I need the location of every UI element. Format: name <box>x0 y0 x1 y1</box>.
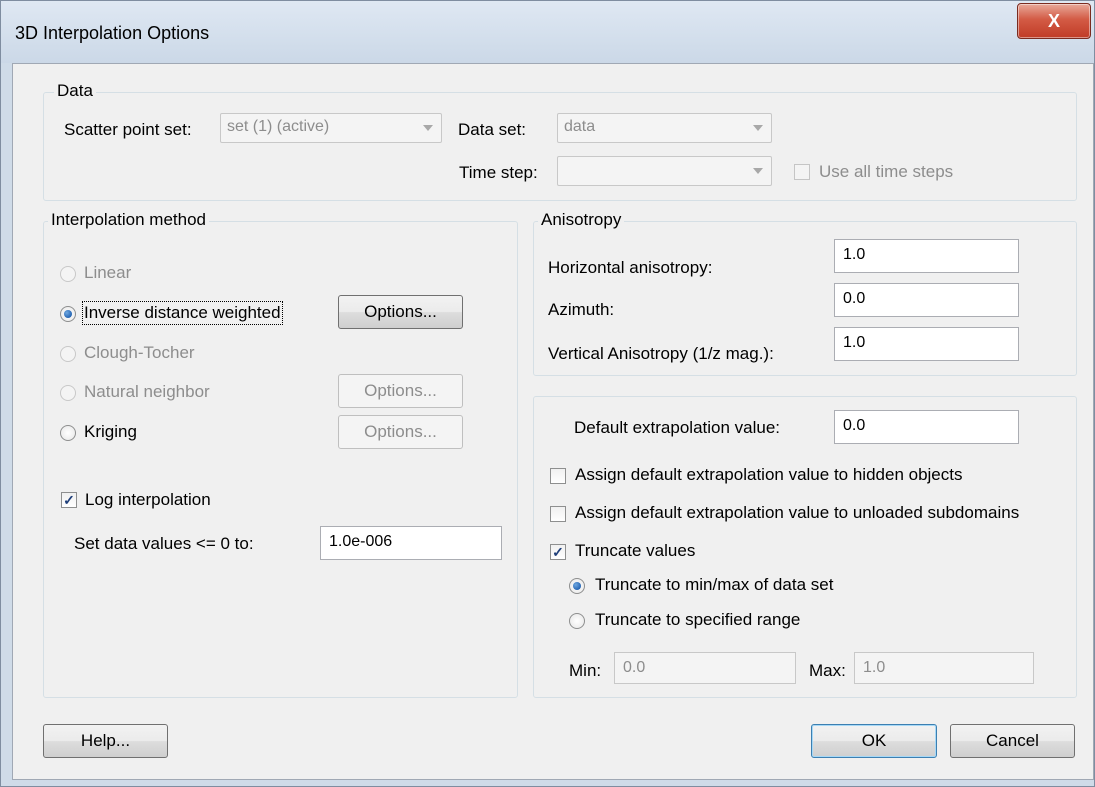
assign-unloaded-label: Assign default extrapolation value to un… <box>575 503 1020 522</box>
interpolation-method-group: Interpolation method Linear Inverse dist… <box>43 210 518 698</box>
vertical-anisotropy-value: 1.0 <box>843 334 866 351</box>
interpolation-method-label: Interpolation method <box>48 210 209 230</box>
radio-truncate-minmax[interactable] <box>569 578 585 594</box>
title-bar[interactable]: 3D Interpolation Options X <box>1 1 1094 63</box>
chevron-down-icon <box>753 168 763 174</box>
linear-label: Linear <box>84 263 132 282</box>
min-input[interactable]: 0.0 <box>614 652 796 684</box>
assign-hidden-label: Assign default extrapolation value to hi… <box>575 465 963 484</box>
close-button[interactable]: X <box>1017 3 1091 39</box>
chevron-down-icon <box>753 125 763 131</box>
set-data-values-label: Set data values <= 0 to: <box>74 534 254 553</box>
ok-button-label: OK <box>861 731 887 750</box>
idw-options-button[interactable]: Options... <box>338 295 463 329</box>
anisotropy-group: Anisotropy Horizontal anisotropy: 1.0 Az… <box>533 210 1077 376</box>
truncate-minmax-label: Truncate to min/max of data set <box>595 575 834 594</box>
data-group: Data Scatter point set: set (1) (active)… <box>43 81 1077 201</box>
radio-selected-dot <box>573 582 581 590</box>
idw-options-label: Options... <box>364 302 437 321</box>
clough-tocher-label: Clough-Tocher <box>84 343 195 362</box>
kriging-options-label: Options... <box>364 422 437 441</box>
cancel-button-label: Cancel <box>986 731 1039 750</box>
vertical-anisotropy-label: Vertical Anisotropy (1/z mag.): <box>548 344 774 363</box>
data-group-label: Data <box>54 81 96 101</box>
set-data-values-input[interactable]: 1.0e-006 <box>320 526 502 560</box>
log-interpolation-checkbox[interactable]: ✓ <box>61 492 77 508</box>
scatter-point-set-dropdown[interactable]: set (1) (active) <box>220 113 442 143</box>
help-button-label: Help... <box>80 731 131 750</box>
set-data-values-value: 1.0e-006 <box>329 533 393 550</box>
assign-hidden-checkbox[interactable] <box>550 468 566 484</box>
truncate-range-label: Truncate to specified range <box>595 610 801 629</box>
cancel-button[interactable]: Cancel <box>950 724 1075 758</box>
vertical-anisotropy-input[interactable]: 1.0 <box>834 327 1019 361</box>
azimuth-input[interactable]: 0.0 <box>834 283 1019 317</box>
natural-neighbor-options-button[interactable]: Options... <box>338 374 463 408</box>
radio-kriging[interactable] <box>60 425 76 441</box>
extrapolation-group: Default extrapolation value: 0.0 Assign … <box>533 396 1077 698</box>
scatter-point-set-value: set (1) (active) <box>227 118 330 135</box>
window-title: 3D Interpolation Options <box>15 23 210 43</box>
min-value: 0.0 <box>623 659 646 676</box>
dialog-window: 3D Interpolation Options X Data Scatter … <box>0 0 1095 787</box>
truncate-values-checkbox[interactable]: ✓ <box>550 544 566 560</box>
natural-neighbor-options-label: Options... <box>364 381 437 400</box>
kriging-options-button[interactable]: Options... <box>338 415 463 449</box>
horizontal-anisotropy-value: 1.0 <box>843 246 866 263</box>
inverse-distance-weighted-label: Inverse distance weighted <box>82 301 283 325</box>
default-extrapolation-value: 0.0 <box>843 417 866 434</box>
log-interpolation-label: Log interpolation <box>85 490 211 509</box>
default-extrapolation-label: Default extrapolation value: <box>574 418 781 437</box>
data-set-value: data <box>564 118 596 135</box>
anisotropy-label: Anisotropy <box>538 210 625 230</box>
azimuth-label: Azimuth: <box>548 300 615 319</box>
radio-clough-tocher[interactable] <box>60 346 76 362</box>
dialog-client-area: Data Scatter point set: set (1) (active)… <box>12 63 1094 780</box>
data-set-dropdown[interactable]: data <box>557 113 772 143</box>
use-all-time-steps-checkbox[interactable] <box>794 164 810 180</box>
assign-unloaded-checkbox[interactable] <box>550 506 566 522</box>
truncate-values-label: Truncate values <box>575 541 696 560</box>
radio-truncate-range[interactable] <box>569 613 585 629</box>
max-input[interactable]: 1.0 <box>854 652 1034 684</box>
horizontal-anisotropy-input[interactable]: 1.0 <box>834 239 1019 273</box>
time-step-dropdown[interactable] <box>557 156 772 186</box>
help-button[interactable]: Help... <box>43 724 168 758</box>
radio-inverse-distance-weighted[interactable] <box>60 306 76 322</box>
max-label: Max: <box>809 661 846 680</box>
default-extrapolation-input[interactable]: 0.0 <box>834 410 1019 444</box>
kriging-label: Kriging <box>84 422 137 441</box>
close-icon: X <box>1047 10 1060 31</box>
azimuth-value: 0.0 <box>843 290 866 307</box>
use-all-time-steps-label: Use all time steps <box>819 162 954 181</box>
scatter-point-set-label: Scatter point set: <box>64 120 192 139</box>
horizontal-anisotropy-label: Horizontal anisotropy: <box>548 258 713 277</box>
ok-button[interactable]: OK <box>811 724 937 758</box>
radio-selected-dot <box>64 310 72 318</box>
min-label: Min: <box>569 661 602 680</box>
data-set-label: Data set: <box>458 120 527 139</box>
chevron-down-icon <box>423 125 433 131</box>
time-step-label: Time step: <box>459 163 538 182</box>
max-value: 1.0 <box>863 659 886 676</box>
radio-linear[interactable] <box>60 266 76 282</box>
radio-natural-neighbor[interactable] <box>60 385 76 401</box>
natural-neighbor-label: Natural neighbor <box>84 382 210 401</box>
